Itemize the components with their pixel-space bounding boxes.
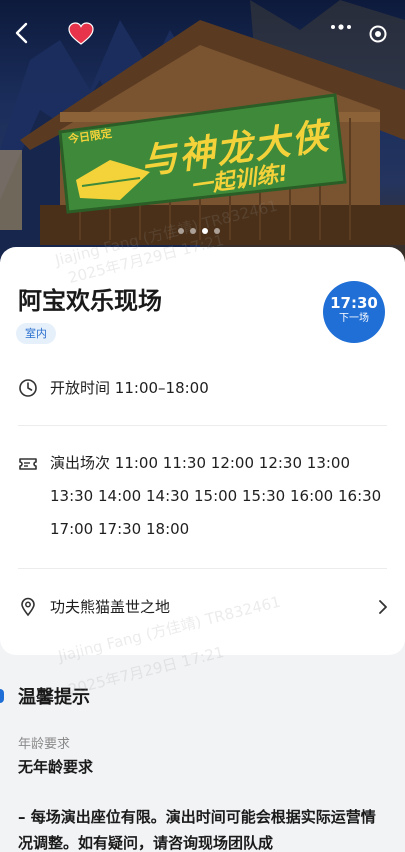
carousel-dot[interactable] [214, 228, 220, 234]
next-show-time: 17:30 [330, 294, 378, 312]
carousel-dot[interactable] [178, 228, 184, 234]
top-navigation-bar [0, 18, 405, 58]
showtime-item: 11:30 [158, 454, 207, 472]
back-button[interactable] [14, 22, 46, 54]
divider [18, 425, 387, 426]
section-marker [0, 689, 4, 703]
divider [18, 568, 387, 569]
showtime-item: 13:00 [302, 454, 351, 472]
next-show-label: 下一场 [339, 313, 369, 324]
heart-icon [68, 22, 94, 45]
opening-hours-value: 11:00–18:00 [114, 379, 209, 397]
opening-hours-row: 开放时间 11:00–18:00 [18, 377, 209, 399]
showtime-item: 12:00 [206, 454, 255, 472]
showtimes-text: 演出场次 11:00 11:30 12:00 12:30 13:00 13:30… [50, 447, 385, 546]
carousel-dot[interactable] [190, 228, 196, 234]
location-row[interactable]: 功夫熊猫盖世之地 [18, 596, 170, 618]
showtime-item: 17:30 [93, 520, 142, 538]
showtime-item: 17:00 [50, 520, 94, 538]
showtime-item: 16:30 [333, 487, 382, 505]
show-info-card: 阿宝欢乐现场 室内 17:30 下一场 开放时间 11:00–18:00 演出场… [0, 247, 405, 655]
location-text: 功夫熊猫盖世之地 [50, 598, 171, 616]
target-icon [369, 25, 387, 43]
notice-text: – 每场演出座位有限。演出时间可能会根据实际运营情况调整。如有疑问，请咨询现场团… [18, 808, 376, 852]
opening-hours-label: 开放时间 [50, 379, 111, 397]
clock-icon [19, 379, 37, 397]
showtime-item: 14:30 [141, 487, 190, 505]
show-title: 阿宝欢乐现场 [18, 287, 162, 315]
back-arrow-icon [15, 22, 28, 44]
more-dots-icon [331, 24, 351, 30]
next-show-badge[interactable]: 17:30 下一场 [323, 281, 385, 343]
opening-hours-text: 开放时间 11:00–18:00 [50, 377, 209, 399]
showtimes-label: 演出场次 [50, 454, 111, 472]
attraction-detail-page: 今日限定 与神龙大侠 一起训练! 阿宝欢乐现场 室内 17:30 下一场 开放时… [0, 0, 405, 852]
carousel-dot-active[interactable] [202, 228, 208, 234]
age-requirement-label: 年龄要求 [18, 737, 71, 752]
showtime-item: 11:00 [110, 454, 159, 472]
location-pin-icon [21, 597, 35, 617]
showtime-item: 14:00 [93, 487, 142, 505]
more-button[interactable] [330, 24, 358, 52]
age-requirement-value: 无年龄要求 [18, 758, 94, 776]
showtime-item: 18:00 [141, 520, 190, 538]
showtime-item: 15:00 [189, 487, 238, 505]
ticket-icon [19, 458, 37, 470]
showtime-item: 16:00 [285, 487, 334, 505]
showtime-item: 15:30 [237, 487, 286, 505]
showtime-item: 13:30 [50, 487, 94, 505]
venue-type-badge: 室内 [16, 323, 56, 344]
showtime-item: 12:30 [254, 454, 303, 472]
favorite-button[interactable] [68, 22, 100, 54]
chevron-right-icon[interactable] [376, 597, 390, 617]
tips-title: 温馨提示 [18, 687, 90, 708]
showtimes-row: 演出场次 11:00 11:30 12:00 12:30 13:00 13:30… [18, 453, 385, 546]
close-miniapp-button[interactable] [368, 24, 396, 52]
hero-image-carousel[interactable]: 今日限定 与神龙大侠 一起训练! [0, 0, 405, 262]
carousel-indicator [178, 228, 220, 234]
